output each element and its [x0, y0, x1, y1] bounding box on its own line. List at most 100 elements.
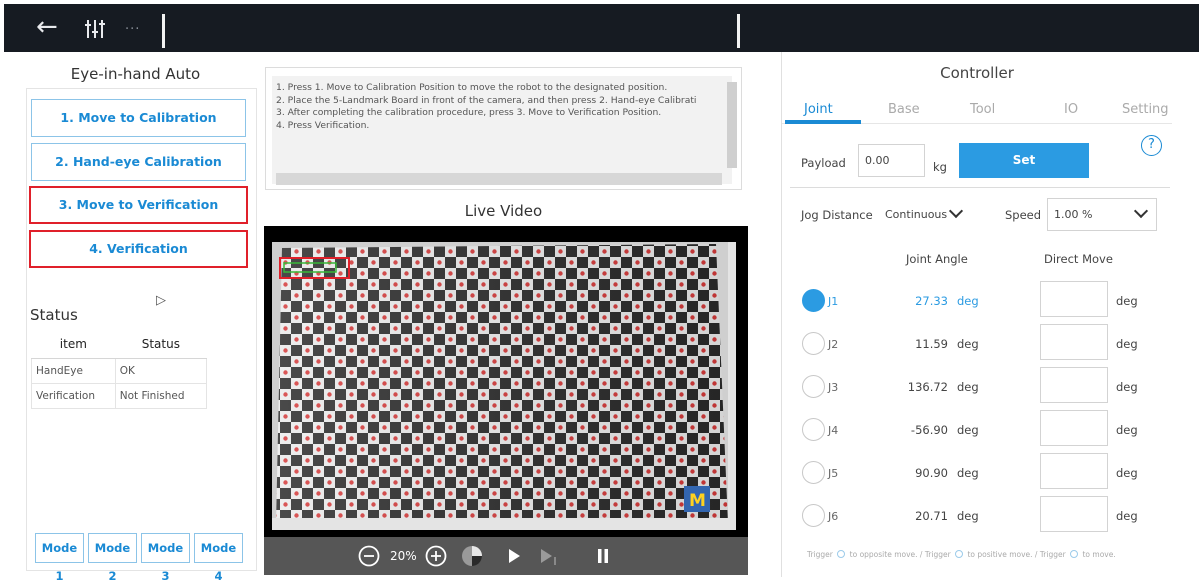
joint-angle-value: 136.72: [907, 380, 948, 394]
hand-eye-calibration-button[interactable]: 2. Hand-eye Calibration: [31, 143, 246, 181]
joint-name: J3: [828, 381, 839, 394]
direct-move-header: Direct Move: [1044, 252, 1113, 266]
joint-radio-j6[interactable]: [802, 504, 825, 527]
mode-2-button[interactable]: Mode 2: [88, 533, 137, 581]
joint-radio-j1[interactable]: [802, 289, 825, 312]
table-row: HandEye OK: [31, 357, 208, 384]
divider-line: [737, 14, 740, 48]
top-bar: ← ...: [4, 4, 1199, 52]
play-icon[interactable]: [508, 549, 520, 563]
mode-4-button[interactable]: Mode 4: [194, 533, 243, 581]
move-dot-icon: [1070, 550, 1079, 558]
joint-name: J5: [828, 467, 839, 480]
jog-distance-value: Continuous: [885, 208, 948, 221]
more-label[interactable]: ...: [125, 18, 140, 33]
joint-angle-unit: deg: [957, 423, 979, 437]
set-button[interactable]: Set: [959, 143, 1089, 178]
joint-angle-unit: deg: [957, 337, 979, 351]
help-icon[interactable]: ?: [1141, 135, 1162, 156]
table-row: Verification Not Finished: [31, 382, 208, 409]
controller-tabs: Joint Base Tool IO Setting: [782, 98, 1172, 124]
direct-move-unit: deg: [1116, 466, 1138, 480]
panel-title: Eye-in-hand Auto: [70, 65, 201, 83]
payload-unit: kg: [933, 160, 947, 174]
direct-move-unit: deg: [1116, 509, 1138, 523]
live-video-title: Live Video: [464, 202, 543, 220]
table-cell: Not Finished: [114, 382, 208, 409]
color-mode-icon[interactable]: [460, 544, 484, 568]
tab-base[interactable]: Base: [888, 102, 920, 117]
status-table: item Status HandEye OK Verification Not …: [31, 331, 208, 409]
svg-text:M: M: [689, 491, 706, 511]
step-forward-icon[interactable]: [540, 549, 558, 565]
back-arrow-icon[interactable]: ←: [36, 12, 58, 42]
move-to-verification-button[interactable]: 3. Move to Verification Position: [29, 186, 248, 246]
joint-name: J4: [828, 424, 839, 437]
active-tab-indicator: [785, 120, 861, 124]
joint-angle-header: Joint Angle: [906, 252, 968, 266]
minus-dot-icon: [837, 550, 846, 558]
direct-move-input-j1[interactable]: [1040, 281, 1108, 317]
joint-angle-value: 27.33: [915, 294, 948, 308]
instruction-line: 1. Press 1. Move to Calibration Position…: [276, 82, 668, 93]
direct-move-input-j4[interactable]: [1040, 410, 1108, 446]
direct-move-input-j3[interactable]: [1040, 367, 1108, 403]
video-controls-bar: 20%: [264, 537, 748, 575]
joint-radio-j4[interactable]: [802, 418, 825, 441]
verification-button[interactable]: 4. Verification: [29, 230, 248, 268]
direct-move-input-j6[interactable]: [1040, 496, 1108, 532]
table-cell: OK: [114, 357, 208, 384]
joint-angle-unit: deg: [957, 294, 979, 308]
speed-label: Speed: [1005, 208, 1042, 222]
tune-sliders-icon[interactable]: [82, 17, 108, 39]
calibration-board-image: M: [272, 242, 736, 530]
mode-1-button[interactable]: Mode 1: [35, 533, 84, 581]
instructions-box: 1. Press 1. Move to Calibration Position…: [265, 67, 742, 190]
joint-name: J1: [828, 295, 839, 308]
mode-buttons: Mode 1 Mode 2 Mode 3 Mode 4: [35, 533, 243, 581]
joint-radio-j2[interactable]: [802, 332, 825, 355]
direct-move-unit: deg: [1116, 337, 1138, 351]
joint-angle-value: 20.71: [915, 509, 948, 523]
joint-radio-j3[interactable]: [802, 375, 825, 398]
vertical-scrollbar[interactable]: [727, 82, 737, 168]
tab-setting[interactable]: Setting: [1122, 102, 1169, 117]
table-header: Status: [115, 331, 207, 359]
move-to-calibration-button[interactable]: 1. Move to Calibration Position: [31, 99, 246, 161]
direct-move-unit: deg: [1116, 423, 1138, 437]
plus-dot-icon: [955, 550, 964, 558]
zoom-out-icon[interactable]: [358, 545, 380, 567]
joint-angle-unit: deg: [957, 466, 979, 480]
pause-icon[interactable]: [597, 549, 609, 563]
joint-angle-unit: deg: [957, 509, 979, 523]
footer-text: to move.: [1082, 550, 1116, 559]
tab-io[interactable]: IO: [1064, 102, 1078, 117]
jog-distance-label: Jog Distance: [801, 208, 873, 222]
jog-distance-select[interactable]: Continuous: [878, 198, 976, 231]
horizontal-scrollbar[interactable]: [276, 173, 722, 185]
joint-angle-value: 90.90: [915, 466, 948, 480]
joint-angle-value: 11.59: [915, 337, 948, 351]
zoom-in-icon[interactable]: [425, 545, 447, 567]
payload-label: Payload: [801, 156, 846, 170]
joint-radio-j5[interactable]: [802, 461, 825, 484]
instructions-text: 1. Press 1. Move to Calibration Position…: [276, 82, 731, 132]
table-cell: Verification: [31, 382, 116, 409]
tab-joint[interactable]: Joint: [804, 102, 833, 117]
direct-move-unit: deg: [1116, 294, 1138, 308]
mode-3-button[interactable]: Mode 3: [141, 533, 190, 581]
table-cell: HandEye: [31, 357, 116, 384]
tab-tool[interactable]: Tool: [970, 102, 995, 117]
payload-input[interactable]: 0.00: [858, 144, 925, 177]
direct-move-input-j2[interactable]: [1040, 324, 1108, 360]
instruction-line: 2. Place the 5-Landmark Board in front o…: [276, 94, 697, 106]
left-panel: Eye-in-hand Auto 1. Move to Calibration …: [8, 52, 263, 581]
footer-text: to positive move. / Trigger: [967, 550, 1066, 559]
direct-move-input-j5[interactable]: [1040, 453, 1108, 489]
divider-line: [162, 14, 165, 48]
zoom-level: 20%: [390, 549, 417, 563]
joint-name: J6: [828, 510, 839, 523]
speed-value: 1.00 %: [1054, 208, 1093, 221]
instruction-line: 3. After completing the calibration proc…: [276, 107, 662, 119]
instruction-line: 4. Press Verification.: [276, 119, 370, 131]
